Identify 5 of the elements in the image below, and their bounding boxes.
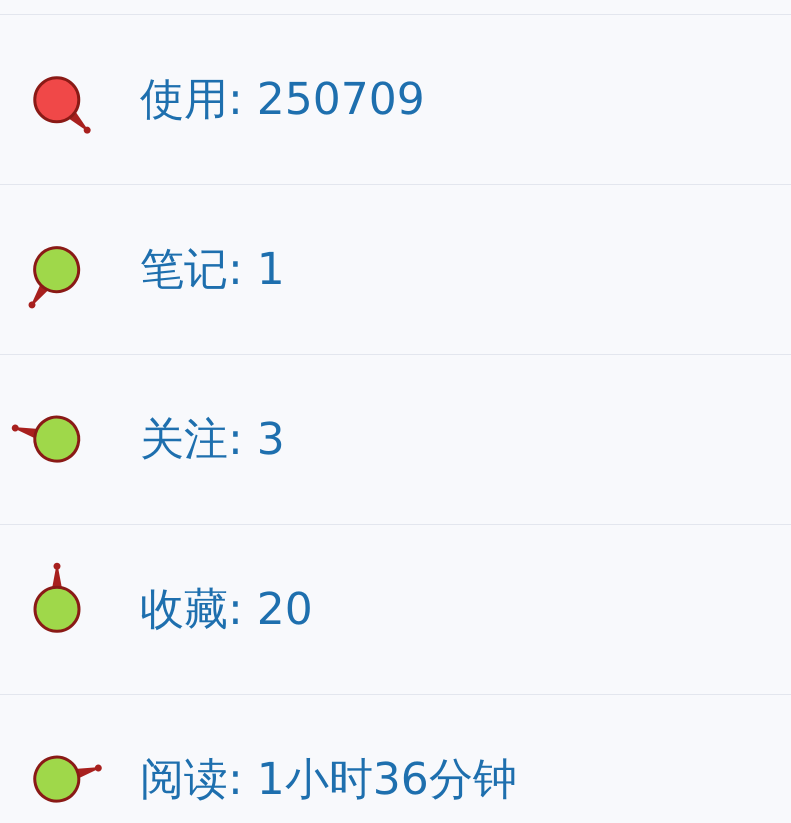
stat-label: 关注: 3: [140, 412, 285, 466]
stat-label: 收藏: 20: [140, 582, 313, 636]
stat-label: 笔记: 1: [140, 242, 285, 296]
stat-label: 阅读: 1小时36分钟: [140, 752, 517, 806]
stat-label: 使用: 250709: [140, 72, 425, 126]
